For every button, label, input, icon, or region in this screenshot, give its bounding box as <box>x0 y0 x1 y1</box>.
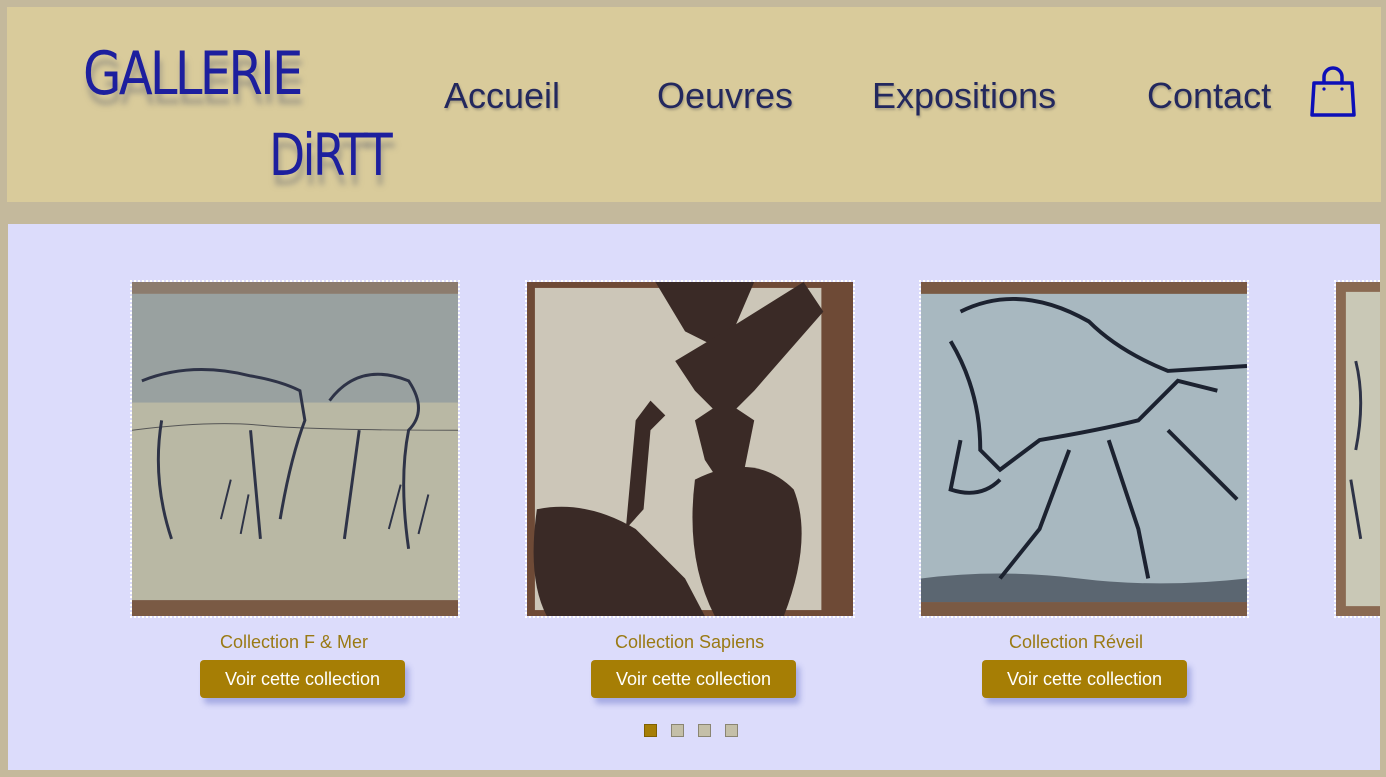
carousel-dot[interactable] <box>671 724 684 737</box>
view-collection-button[interactable]: Voir cette collection <box>591 660 796 698</box>
shopping-bag-icon[interactable] <box>1310 65 1356 119</box>
carousel-dot[interactable] <box>698 724 711 737</box>
collection-artwork-image[interactable] <box>130 280 460 618</box>
collection-artwork-image[interactable] <box>1334 280 1380 618</box>
nav-accueil[interactable]: Accueil <box>444 75 560 117</box>
nav-oeuvres[interactable]: Oeuvres <box>657 75 793 117</box>
collections-carousel: Collection F & Mer Voir cette collection… <box>8 224 1380 770</box>
collection-artwork-image[interactable] <box>919 280 1249 618</box>
carousel-dot[interactable] <box>725 724 738 737</box>
brand-line-1: GALLERIE <box>83 39 303 109</box>
brand-line-2: DiRTT <box>269 121 393 189</box>
carousel-dot[interactable] <box>644 724 657 737</box>
collection-title: Collection Sapiens <box>615 632 765 652</box>
view-collection-button[interactable]: Voir cette collection <box>982 660 1187 698</box>
site-header: GALLERIE DiRTT Accueil Oeuvres Expositio… <box>7 7 1381 202</box>
nav-expositions[interactable]: Expositions <box>872 75 1056 117</box>
brand-logo[interactable]: GALLERIE DiRTT <box>79 35 409 200</box>
collection-title: Collection Réveil <box>1009 632 1144 652</box>
view-collection-button[interactable]: Voir cette collection <box>200 660 405 698</box>
nav-contact[interactable]: Contact <box>1147 75 1271 117</box>
collection-artwork-image[interactable] <box>525 280 855 618</box>
collection-title: Collection F & Mer <box>220 632 369 652</box>
